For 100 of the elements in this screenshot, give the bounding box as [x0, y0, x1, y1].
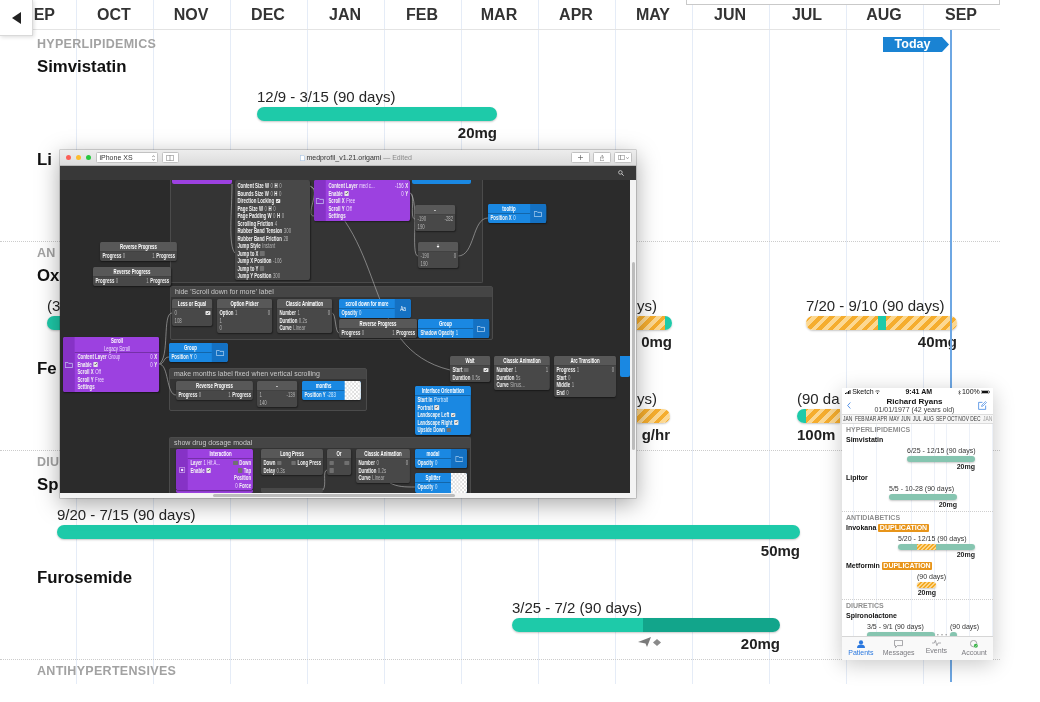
bluetooth-icon: [957, 389, 961, 395]
section-title: AN: [37, 245, 56, 261]
month-label: APR: [559, 5, 593, 24]
drug-name: Furosemide: [37, 568, 133, 588]
dose-label: 20mg: [457, 124, 497, 141]
checkbox[interactable]: [344, 460, 350, 465]
dose-label: 0mg: [641, 333, 672, 350]
share-icon: [599, 154, 605, 161]
month-label: JUN: [714, 5, 746, 24]
checkbox[interactable]: [463, 367, 469, 372]
today-marker: Today: [883, 37, 949, 52]
checkbox[interactable]: [275, 198, 281, 203]
drug-name: Simvistatin: [37, 57, 127, 77]
month-label: JUL: [791, 5, 823, 24]
month-label: SEP: [945, 5, 977, 24]
folder-icon: [216, 349, 224, 356]
patch-node[interactable]: [235, 180, 310, 280]
checkbox[interactable]: [483, 367, 489, 372]
section-title: HYPERLIPIDEMICS: [37, 36, 157, 52]
battery-icon: [981, 390, 990, 394]
checkbox[interactable]: [344, 191, 349, 196]
interaction-node[interactable]: [172, 180, 232, 184]
month-label: AUG: [866, 5, 902, 24]
folder-icon: [65, 361, 73, 368]
medication-bar[interactable]: [797, 409, 840, 423]
medication-bar[interactable]: [637, 316, 672, 330]
close-button[interactable]: [65, 155, 71, 160]
today-line: [950, 660, 952, 682]
checkbox[interactable]: [329, 460, 334, 465]
scrollbar-thumb[interactable]: [631, 262, 635, 450]
document-icon: [299, 154, 305, 161]
checkbox[interactable]: [206, 468, 211, 473]
drug-name: Li: [37, 150, 52, 170]
drug-name: Fe: [37, 359, 57, 379]
month-label: OCT: [97, 5, 131, 24]
medication-bar[interactable]: [806, 316, 957, 330]
checkbox[interactable]: [446, 427, 451, 432]
checkbox[interactable]: [291, 460, 296, 465]
course-dates: 7/20 - 9/10 (90 days): [806, 297, 945, 315]
caret-down-icon: [625, 156, 629, 159]
medication-bar[interactable]: [917, 582, 936, 588]
month-label: EP: [33, 5, 55, 24]
dose-label: 100m: [797, 426, 836, 443]
medication-bar[interactable]: [898, 544, 975, 550]
medication-bar[interactable]: [47, 316, 60, 330]
checkbox[interactable]: [237, 468, 243, 473]
person-icon: [856, 639, 865, 648]
checkbox[interactable]: [233, 460, 238, 465]
text-field[interactable]: [686, 0, 1000, 5]
drug-name: Sp: [37, 475, 59, 495]
course-dates: (3: [47, 297, 61, 315]
month-label: MAY: [635, 5, 671, 24]
section-title: DIU: [37, 454, 60, 470]
patch-node[interactable]: [261, 488, 323, 493]
checkbox[interactable]: [260, 251, 265, 256]
course-dates: ys): [637, 390, 657, 408]
course-dates: ys): [637, 297, 657, 315]
split-view-button[interactable]: [161, 152, 179, 163]
plus-icon: [578, 155, 583, 160]
checkbox[interactable]: [329, 468, 334, 473]
wifi-icon: [874, 390, 880, 394]
back-icon[interactable]: [847, 401, 851, 409]
account-check-icon: [970, 639, 979, 648]
maximize-button[interactable]: [85, 155, 91, 160]
chat-bubble-icon: [894, 639, 904, 648]
patient-name: Richard Ryans: [886, 396, 943, 406]
folder-icon: [455, 455, 463, 462]
layout-button[interactable]: [614, 152, 632, 163]
checkbox[interactable]: [93, 362, 98, 367]
checkbox[interactable]: [276, 460, 282, 465]
image-thumbnail: [345, 381, 361, 400]
month-label: JAN: [329, 5, 361, 24]
minimize-button[interactable]: [75, 155, 81, 160]
layer-node[interactable]: [412, 180, 471, 184]
month-label: MAR: [480, 5, 518, 24]
scrollbar-thumb[interactable]: [213, 494, 455, 497]
medication-bar[interactable]: [512, 618, 780, 632]
chevron-up-down-icon: [151, 154, 155, 161]
add-button[interactable]: [571, 152, 590, 163]
course-dates: (90 da: [797, 390, 840, 408]
checkbox[interactable]: [450, 412, 456, 417]
connection-wire: [457, 217, 489, 257]
back-button[interactable]: [0, 0, 33, 36]
layer-node[interactable]: [620, 356, 630, 377]
medication-bar[interactable]: [637, 409, 670, 423]
checkbox[interactable]: [205, 310, 211, 315]
checkbox[interactable]: [454, 420, 459, 425]
split-view-icon: [166, 154, 174, 161]
edit-icon[interactable]: [978, 400, 987, 410]
share-button[interactable]: [593, 152, 611, 163]
checkbox[interactable]: [259, 266, 265, 271]
dose-label: 20mg: [740, 635, 780, 652]
panels-icon: [617, 155, 625, 160]
search-icon[interactable]: [618, 170, 624, 176]
section-title: ANTIHYPERTENSIVES: [37, 663, 177, 679]
month-label: FEB: [406, 5, 438, 24]
checkbox[interactable]: [434, 405, 439, 410]
triangle-left-icon: [11, 11, 21, 24]
pulse-icon: [931, 639, 941, 646]
interaction-node[interactable]: [176, 490, 253, 493]
